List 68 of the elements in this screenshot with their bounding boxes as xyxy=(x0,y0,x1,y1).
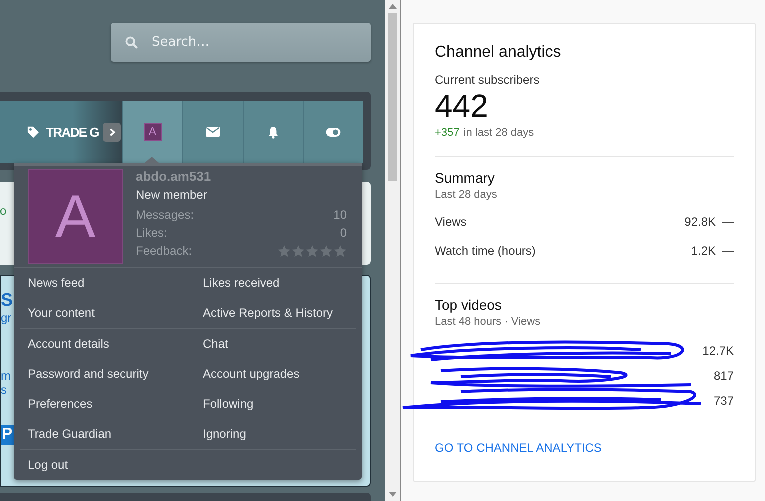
menu-item[interactable]: Log out xyxy=(28,450,68,480)
video-views: 737 xyxy=(714,394,734,408)
star-icon xyxy=(306,244,319,258)
menu-item[interactable]: News feed xyxy=(28,268,85,298)
metric-value: 1.2K xyxy=(691,244,716,258)
chevron-right-icon xyxy=(108,128,116,137)
nav-tab[interactable]: A xyxy=(122,101,182,163)
user-title: New member xyxy=(136,188,208,202)
video-views: 817 xyxy=(714,368,734,382)
menu-item[interactable]: Preferences xyxy=(28,389,93,419)
menu-item[interactable]: Password and security xyxy=(28,359,149,389)
stat-value: 0 xyxy=(340,226,347,240)
stat-label: Likes: xyxy=(136,226,168,240)
search-icon xyxy=(125,36,138,49)
menu-item[interactable]: Likes received xyxy=(203,268,280,298)
menu-item[interactable]: Account upgrades xyxy=(203,359,300,389)
partial-button[interactable]: P xyxy=(1,425,14,445)
trend-indicator: — xyxy=(722,215,734,229)
metric-label: Views xyxy=(435,215,468,229)
star-icon xyxy=(320,244,333,258)
stat-label: Messages: xyxy=(136,208,194,222)
menu-item[interactable]: Account details xyxy=(28,329,110,359)
menu-item[interactable]: Your content xyxy=(28,298,95,328)
tag-icon xyxy=(27,126,40,138)
card-title: Channel analytics xyxy=(435,44,562,62)
nav-tab[interactable] xyxy=(302,101,363,163)
nav-tab[interactable] xyxy=(182,101,242,163)
stat-label: Feedback: xyxy=(136,244,192,258)
section-period: Last 28 days xyxy=(435,189,498,201)
metric-value: 92.8K xyxy=(684,215,716,229)
trend-indicator: — xyxy=(722,244,734,258)
scrollbar[interactable] xyxy=(385,0,401,501)
avatar[interactable]: A xyxy=(28,169,123,264)
partial-text[interactable]: m xyxy=(1,369,11,383)
video-views: 12.7K xyxy=(702,344,734,358)
star-icon xyxy=(292,244,305,258)
section-title: Summary xyxy=(435,170,496,186)
menu-item[interactable]: Trade Guardian xyxy=(28,419,112,449)
stat-value: 10 xyxy=(334,208,347,222)
subscribers-label: Current subscribers xyxy=(435,73,541,87)
partial-text: o xyxy=(0,204,7,218)
star-icon xyxy=(278,244,291,258)
change-period: in last 28 days xyxy=(464,127,534,139)
subscriber-change: +357 xyxy=(435,127,460,139)
avatar-icon: A xyxy=(144,123,162,141)
scroll-down-icon[interactable] xyxy=(388,492,396,497)
section-title: Top videos xyxy=(435,297,503,313)
search-input[interactable]: Search… xyxy=(152,35,352,50)
envelope-icon xyxy=(206,127,220,137)
metric-label: Watch time (hours) xyxy=(435,244,537,258)
scroll-thumb[interactable] xyxy=(388,13,397,181)
toggle-icon xyxy=(326,128,341,136)
section-period: Last 48 hours · Views xyxy=(435,316,542,328)
menu-item[interactable]: Active Reports & History xyxy=(203,298,334,328)
scroll-up-icon[interactable] xyxy=(388,4,396,9)
scroll-right-button[interactable] xyxy=(103,123,121,142)
search-bar[interactable]: Search… xyxy=(111,23,371,62)
menu-item[interactable]: Following xyxy=(203,389,254,419)
partial-text: S xyxy=(1,290,14,311)
channel-analytics-link[interactable]: GO TO CHANNEL ANALYTICS xyxy=(435,441,602,455)
menu-item[interactable]: Chat xyxy=(203,329,228,359)
nav-tab[interactable]: TRADE G xyxy=(0,101,122,163)
partial-text[interactable]: gr xyxy=(1,311,12,325)
subscriber-count: 442 xyxy=(435,87,490,125)
menu-item[interactable]: Ignoring xyxy=(203,419,246,449)
partial-text[interactable]: s xyxy=(1,383,7,397)
star-icon xyxy=(334,244,347,258)
bell-icon xyxy=(268,126,279,138)
